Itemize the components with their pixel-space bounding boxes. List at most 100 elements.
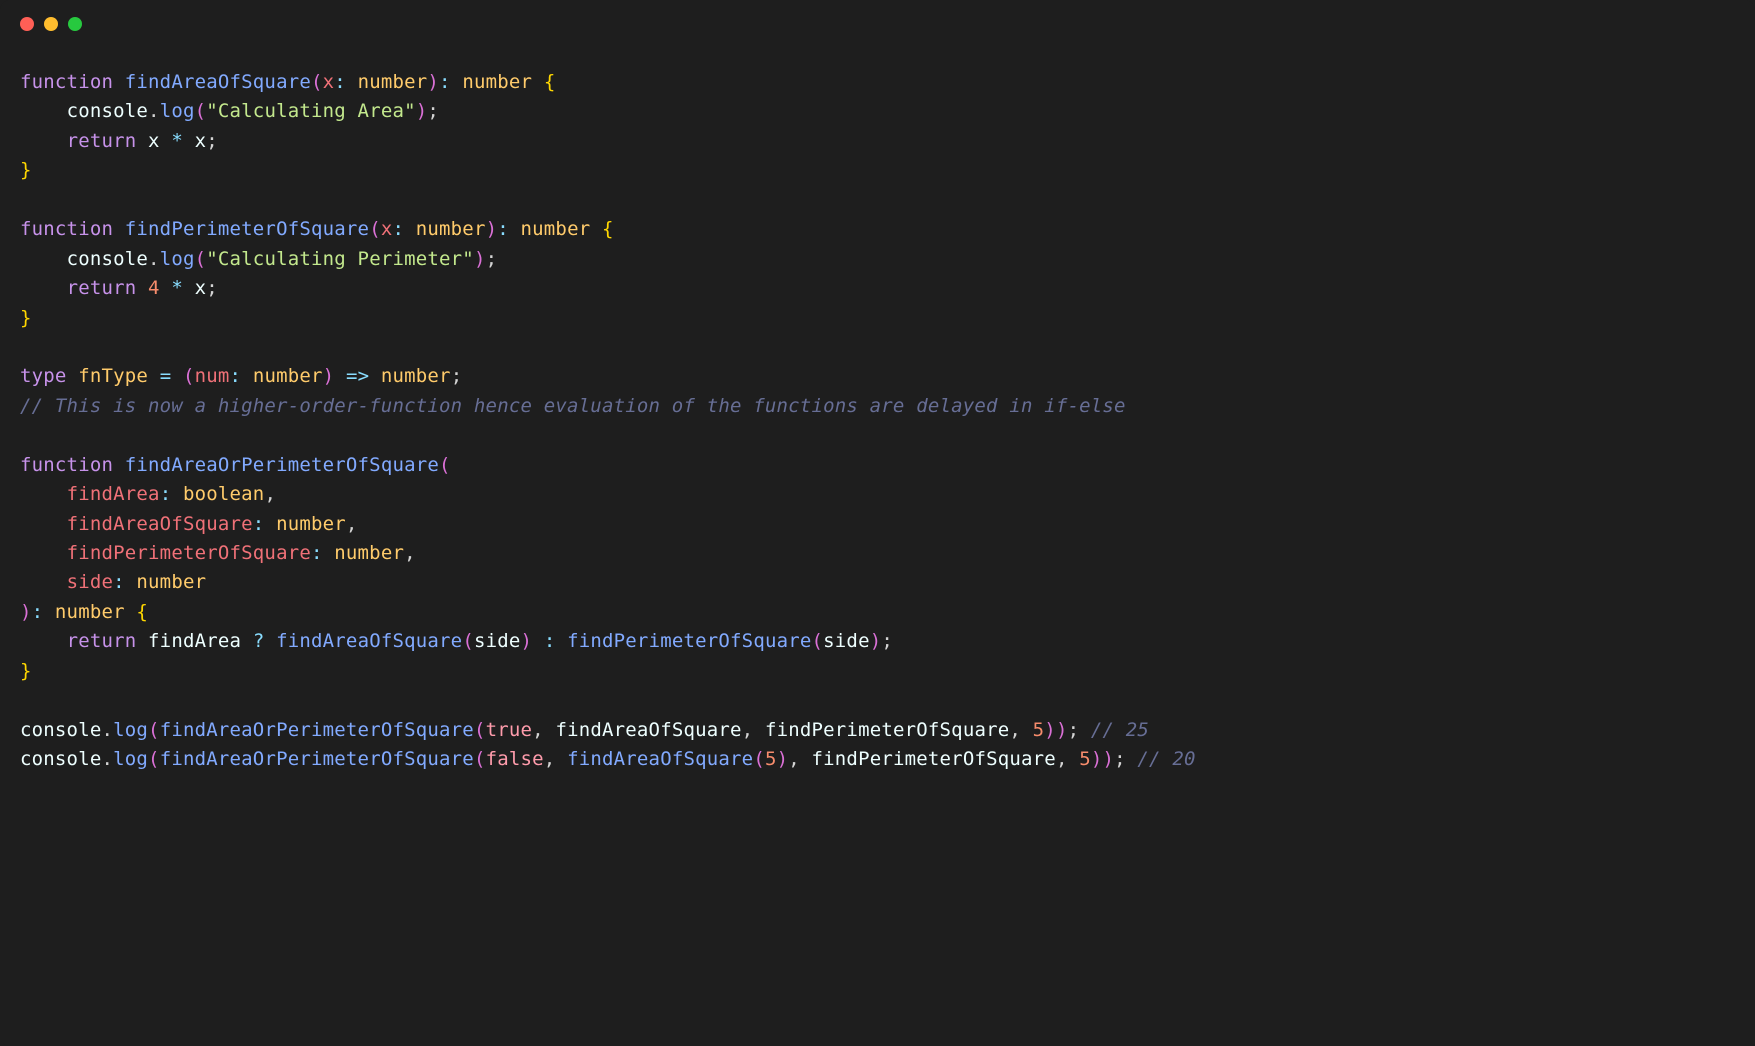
code-line xyxy=(20,686,1735,715)
code-token: side xyxy=(67,571,114,593)
code-token: ) xyxy=(521,630,533,652)
code-token xyxy=(20,130,67,152)
code-token: ( xyxy=(148,719,160,741)
code-token: console xyxy=(20,748,101,770)
code-token: findAreaOfSquare xyxy=(276,630,462,652)
code-token xyxy=(264,630,276,652)
code-token xyxy=(451,71,463,93)
code-token xyxy=(113,454,125,476)
code-token: ( xyxy=(369,218,381,240)
code-token: ( xyxy=(439,454,451,476)
minimize-icon[interactable] xyxy=(44,17,58,31)
code-token: function xyxy=(20,454,113,476)
code-line: return findArea ? findAreaOfSquare(side)… xyxy=(20,627,1735,656)
code-token: ( xyxy=(474,748,486,770)
code-token: { xyxy=(136,601,148,623)
code-token: ) xyxy=(486,218,498,240)
code-token xyxy=(20,630,67,652)
code-token xyxy=(160,277,172,299)
code-token: : xyxy=(334,71,346,93)
code-token: ; xyxy=(1068,719,1080,741)
code-token xyxy=(241,630,253,652)
code-token: console xyxy=(67,100,148,122)
code-line: console.log("Calculating Perimeter"); xyxy=(20,245,1735,274)
code-token xyxy=(753,719,765,741)
code-token: 5 xyxy=(765,748,777,770)
code-token: side xyxy=(474,630,521,652)
code-token: ) xyxy=(20,601,32,623)
code-token: ) xyxy=(777,748,789,770)
code-line xyxy=(20,333,1735,362)
code-token xyxy=(20,571,67,593)
code-token: findArea xyxy=(67,483,160,505)
code-token: 4 xyxy=(148,277,160,299)
code-token: } xyxy=(20,307,32,329)
code-token xyxy=(346,71,358,93)
code-token: findAreaOrPerimeterOfSquare xyxy=(160,748,474,770)
code-token xyxy=(20,513,67,535)
code-token: // This is now a higher-order-function h… xyxy=(20,395,1126,417)
code-token: number xyxy=(381,365,451,387)
code-token: . xyxy=(148,100,160,122)
code-token xyxy=(183,277,195,299)
code-token: : xyxy=(253,513,265,535)
close-icon[interactable] xyxy=(20,17,34,31)
code-token: ) xyxy=(1091,748,1103,770)
code-token: findPerimeterOfSquare xyxy=(765,719,1009,741)
code-token: ( xyxy=(148,748,160,770)
code-token: ; xyxy=(486,248,498,270)
code-token xyxy=(136,277,148,299)
code-token xyxy=(800,748,812,770)
code-token xyxy=(532,630,544,652)
code-token: => xyxy=(346,365,369,387)
code-token xyxy=(67,365,79,387)
code-area[interactable]: function findAreaOfSquare(x: number): nu… xyxy=(0,48,1755,815)
code-token xyxy=(20,483,67,505)
code-token xyxy=(183,130,195,152)
code-token: number xyxy=(276,513,346,535)
code-token: . xyxy=(101,719,113,741)
code-token: findPerimeterOfSquare xyxy=(67,542,311,564)
code-token: , xyxy=(788,748,800,770)
code-token: ( xyxy=(753,748,765,770)
code-line xyxy=(20,421,1735,450)
code-token: ) xyxy=(474,248,486,270)
code-token: : xyxy=(160,483,172,505)
code-token: ( xyxy=(462,630,474,652)
code-token: . xyxy=(101,748,113,770)
code-token xyxy=(241,365,253,387)
code-token xyxy=(555,748,567,770)
code-line: function findAreaOfSquare(x: number): nu… xyxy=(20,68,1735,97)
code-token: log xyxy=(160,100,195,122)
code-token: : xyxy=(32,601,44,623)
code-token: , xyxy=(264,483,276,505)
code-token: x xyxy=(148,130,160,152)
code-token: boolean xyxy=(183,483,264,505)
code-line: } xyxy=(20,657,1735,686)
zoom-icon[interactable] xyxy=(68,17,82,31)
code-token: fnType xyxy=(78,365,148,387)
code-line: } xyxy=(20,304,1735,333)
code-token: { xyxy=(544,71,556,93)
code-token xyxy=(369,365,381,387)
code-token xyxy=(125,571,137,593)
code-token: findPerimeterOfSquare xyxy=(125,218,369,240)
code-token: false xyxy=(486,748,544,770)
code-token: log xyxy=(113,719,148,741)
code-token: findAreaOfSquare xyxy=(567,748,753,770)
code-token: findArea xyxy=(148,630,241,652)
code-token: "Calculating Area" xyxy=(206,100,416,122)
code-token: . xyxy=(148,248,160,270)
code-token: ) xyxy=(416,100,428,122)
code-token xyxy=(1126,748,1138,770)
code-token: ( xyxy=(311,71,323,93)
code-token xyxy=(404,218,416,240)
code-token xyxy=(590,218,602,240)
code-token: } xyxy=(20,159,32,181)
code-token: log xyxy=(113,748,148,770)
code-line: // This is now a higher-order-function h… xyxy=(20,392,1735,421)
code-token: , xyxy=(544,748,556,770)
code-token: 5 xyxy=(1033,719,1045,741)
code-token: , xyxy=(1009,719,1021,741)
code-token: , xyxy=(742,719,754,741)
